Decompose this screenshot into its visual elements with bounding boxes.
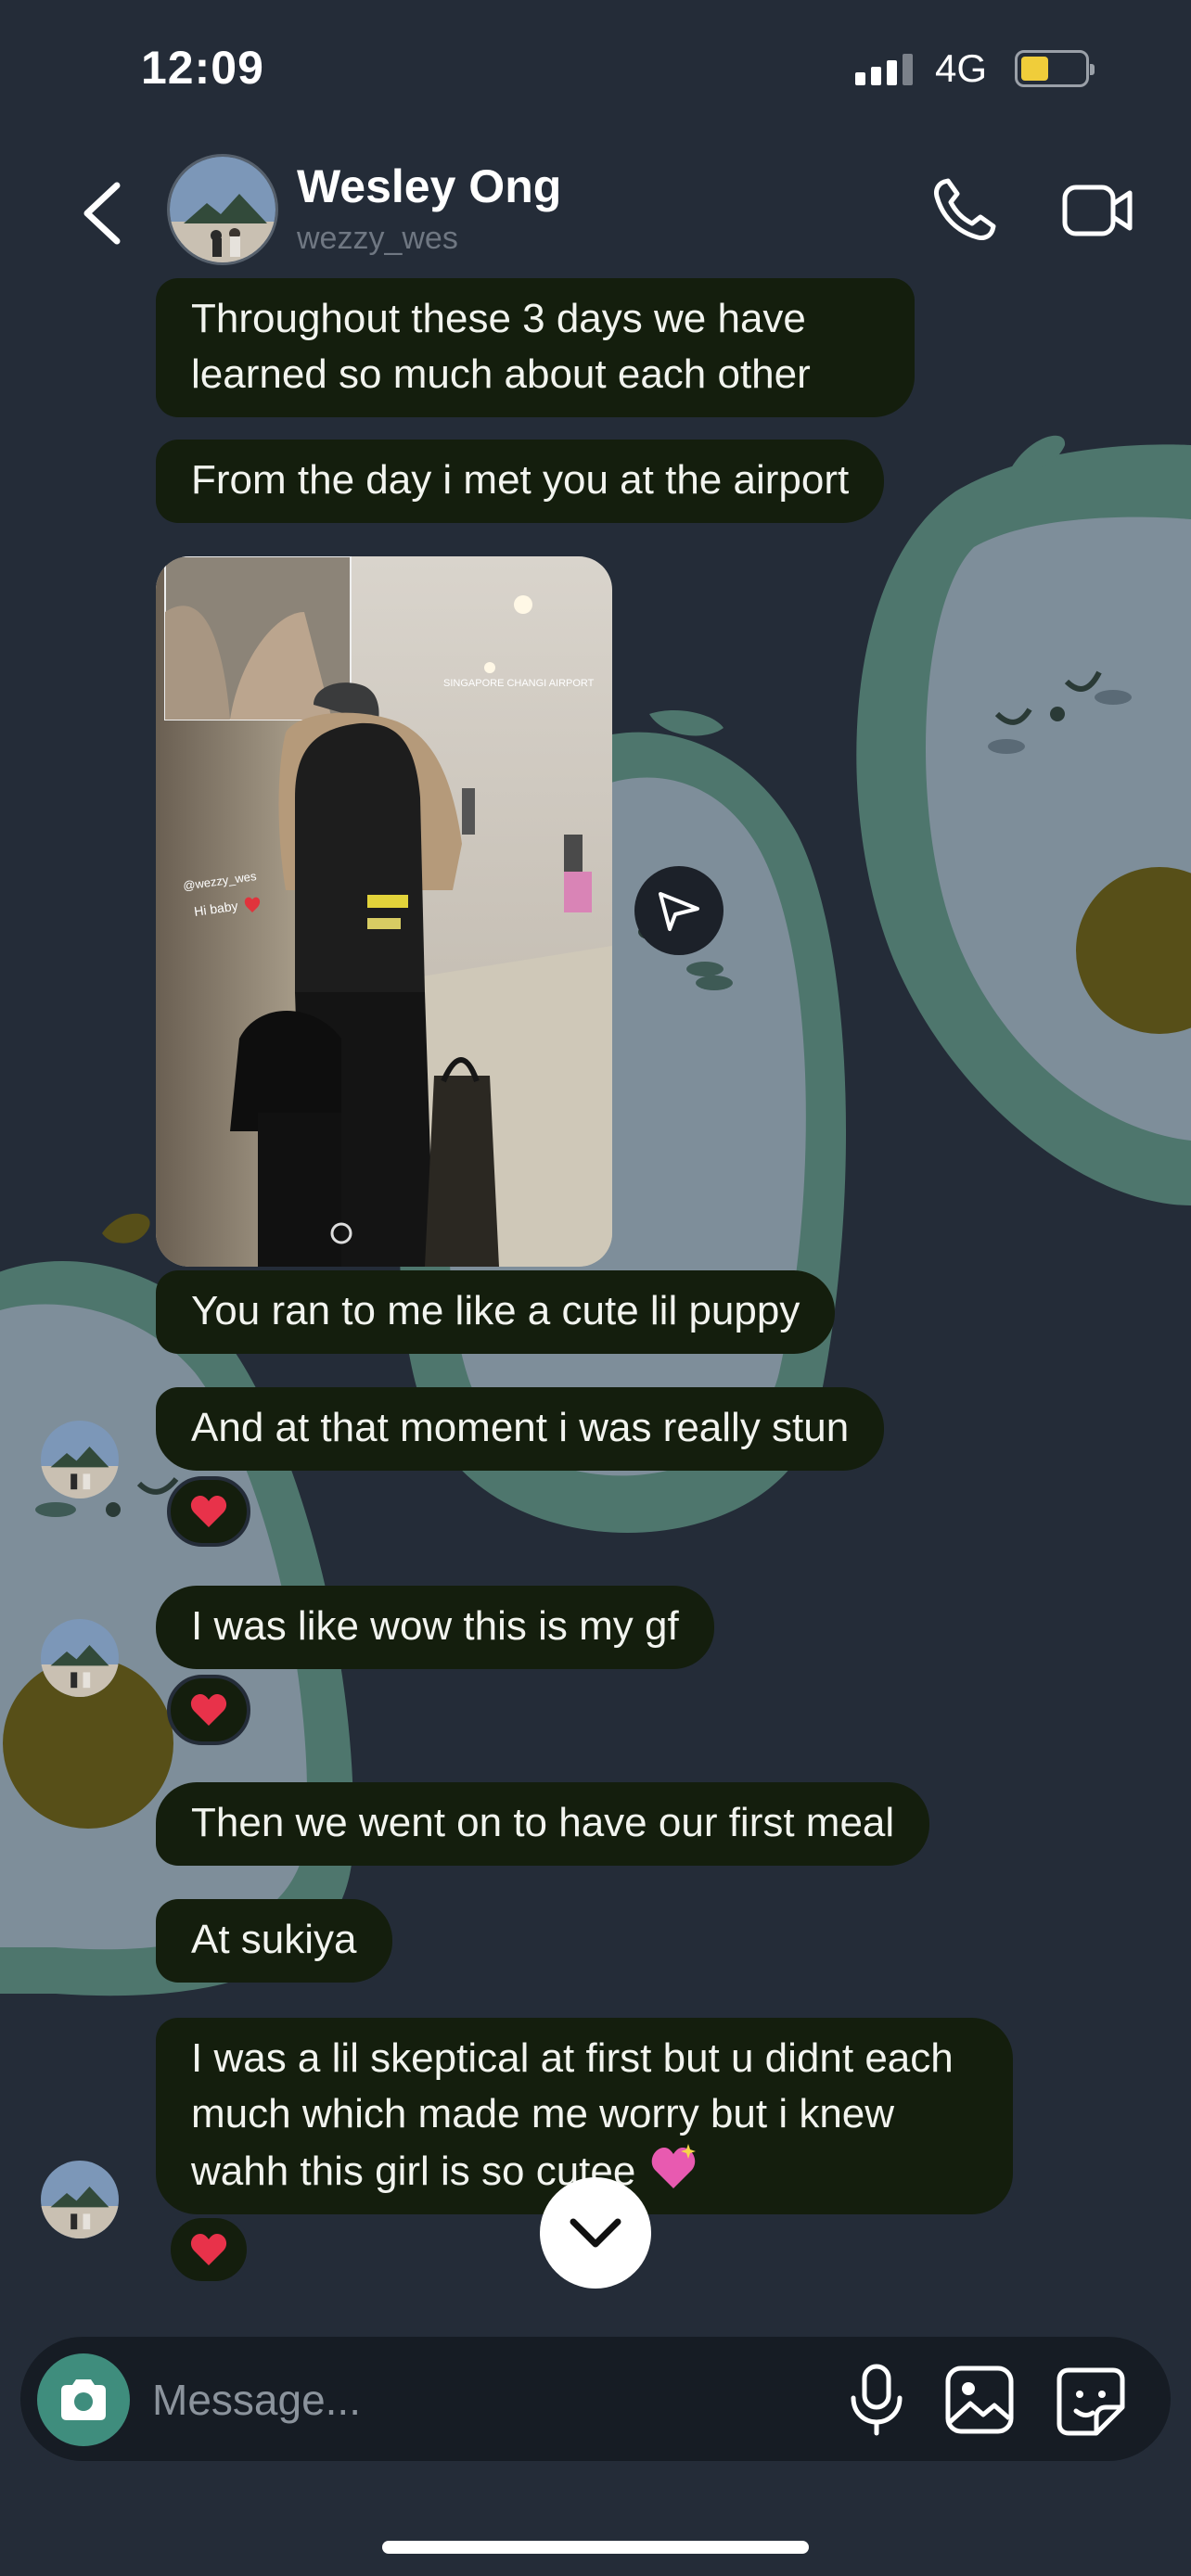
status-time: 12:09 — [141, 42, 264, 94]
gallery-icon[interactable] — [944, 2365, 1015, 2435]
home-indicator[interactable] — [382, 2541, 809, 2554]
video-camera-icon[interactable] — [1061, 178, 1135, 243]
contact-username[interactable]: wezzy_wes — [297, 221, 458, 257]
contact-avatar-small[interactable] — [41, 1421, 119, 1498]
phone-icon[interactable] — [928, 172, 1002, 247]
network-label: 4G — [935, 46, 988, 90]
chevron-down-icon — [570, 2218, 621, 2248]
message-bubble[interactable]: You ran to me like a cute lil puppy — [156, 1270, 836, 1354]
heart-reaction[interactable] — [167, 1476, 250, 1547]
message-input[interactable] — [152, 2363, 801, 2437]
heart-reaction[interactable] — [167, 1675, 250, 1745]
share-button[interactable] — [634, 866, 724, 955]
sticker-icon[interactable] — [1054, 2365, 1128, 2439]
signal-icon — [855, 54, 913, 85]
message-bubble[interactable]: From the day i met you at the airport — [156, 440, 885, 523]
heart-reaction[interactable] — [167, 2214, 250, 2285]
message-bubble[interactable]: Then we went on to have our first meal — [156, 1782, 930, 1866]
scroll-to-bottom-button[interactable] — [540, 2177, 651, 2289]
message-bubble[interactable]: Throughout these 3 days we have learned … — [156, 278, 915, 417]
location-tag: SINGAPORE CHANGI AIRPORT — [443, 678, 595, 689]
message-bubble[interactable]: I was like wow this is my gf — [156, 1586, 714, 1669]
message-text: I was a lil skeptical at first but u did… — [191, 2035, 954, 2194]
camera-icon — [61, 2379, 106, 2420]
send-icon — [659, 892, 699, 931]
message-bubble[interactable]: And at that moment i was really stun — [156, 1387, 885, 1471]
contact-name[interactable]: Wesley Ong — [297, 159, 561, 213]
battery-icon — [1015, 50, 1095, 87]
shared-story-photo[interactable]: SINGAPORE CHANGI AIRPORT @wezzy_wes Hi b… — [156, 556, 612, 1267]
heart-icon — [190, 1496, 227, 1527]
contact-avatar[interactable] — [167, 154, 278, 265]
microphone-icon[interactable] — [844, 2363, 909, 2437]
camera-button[interactable] — [37, 2353, 130, 2446]
heart-icon — [190, 2234, 227, 2265]
message-bubble[interactable]: At sukiya — [156, 1899, 392, 1983]
sparkling-heart-icon — [651, 2144, 696, 2188]
contact-avatar-small[interactable] — [41, 2161, 119, 2238]
contact-avatar-small[interactable] — [41, 1619, 119, 1697]
back-chevron-icon[interactable] — [74, 176, 130, 250]
heart-icon — [190, 1694, 227, 1726]
